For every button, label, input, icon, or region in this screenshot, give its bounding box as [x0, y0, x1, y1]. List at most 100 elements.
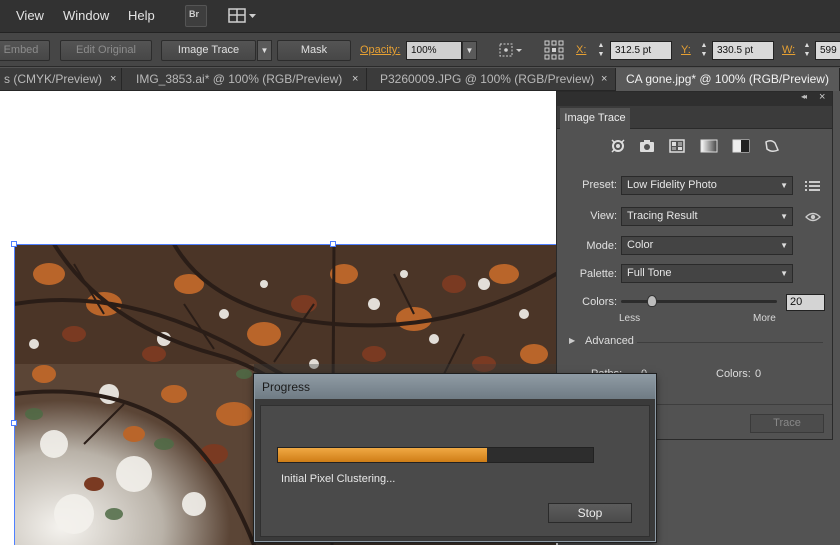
opacity-label[interactable]: Opacity:: [360, 44, 400, 56]
selection-handle[interactable]: [330, 241, 336, 247]
chevron-down-icon: ▼: [260, 46, 269, 55]
tab-img-3853[interactable]: IMG_3853.ai* @ 100% (RGB/Preview): [122, 68, 367, 91]
black-white-icon: [732, 139, 750, 153]
reference-point-icon: [544, 40, 564, 60]
selection-handle[interactable]: [11, 241, 17, 247]
grayscale-icon: [700, 139, 718, 153]
mode-value: Color: [627, 239, 654, 251]
tab-close-icon[interactable]: ×: [601, 68, 607, 91]
menu-view[interactable]: View: [16, 8, 44, 23]
eye-icon: [805, 212, 821, 222]
advanced-divider: [637, 342, 823, 343]
arrange-documents-icon: [228, 8, 256, 23]
colors-field[interactable]: 20: [786, 294, 825, 311]
image-trace-button[interactable]: Image Trace: [161, 40, 256, 61]
outline-preset-button[interactable]: [763, 138, 781, 154]
chevron-down-icon: ▼: [780, 212, 788, 221]
low-color-preset-button[interactable]: [668, 138, 686, 154]
view-select[interactable]: Tracing Result ▼: [621, 207, 793, 226]
more-label: More: [753, 313, 776, 324]
preset-menu-button[interactable]: [805, 180, 821, 192]
transform-icon: [499, 43, 522, 57]
info-colors-label: Colors:: [716, 368, 751, 380]
high-color-preset-button[interactable]: [638, 138, 656, 154]
tab-label: s (CMYK/Preview): [4, 72, 103, 86]
document-tab-bar: s (CMYK/Preview) × IMG_3853.ai* @ 100% (…: [0, 68, 840, 91]
mode-label: Mode:: [586, 240, 617, 252]
tab-close-icon[interactable]: ×: [110, 68, 116, 91]
palette-label: Palette:: [579, 268, 617, 280]
tab-label: IMG_3853.ai* @ 100% (RGB/Preview): [136, 72, 343, 86]
preset-label: Preset:: [582, 179, 617, 191]
colors-slider-thumb[interactable]: [647, 295, 658, 307]
chevron-down-icon: ▼: [780, 269, 788, 278]
bridge-icon: Br: [189, 9, 200, 19]
opacity-field[interactable]: 100%: [406, 41, 462, 60]
low-color-icon: [669, 139, 685, 153]
selection-bounding-box: [14, 244, 15, 545]
mask-button[interactable]: Mask: [277, 40, 351, 61]
selection-bounding-box: [14, 244, 556, 245]
selection-handle[interactable]: [11, 420, 17, 426]
preset-select[interactable]: Low Fidelity Photo ▼: [621, 176, 793, 195]
chevron-down-icon: ▼: [780, 181, 788, 190]
y-label: Y:: [681, 44, 691, 56]
menu-window[interactable]: Window: [63, 8, 109, 23]
trace-button[interactable]: Trace: [750, 414, 824, 433]
tab-p3260009[interactable]: P3260009.JPG @ 100% (RGB/Preview): [367, 68, 616, 91]
chevron-down-icon: ▼: [780, 241, 788, 250]
list-menu-icon: [805, 181, 820, 191]
progress-dialog-body: Initial Pixel Clustering... Stop: [260, 405, 650, 537]
colors-slider-track[interactable]: [621, 300, 777, 303]
grayscale-preset-button[interactable]: [700, 138, 718, 154]
mode-select[interactable]: Color ▼: [621, 236, 793, 255]
palette-value: Full Tone: [627, 267, 672, 279]
w-stepper[interactable]: ▲ ▼: [802, 41, 812, 60]
x-stepper[interactable]: ▲ ▼: [596, 41, 606, 60]
less-label: Less: [619, 313, 641, 324]
panel-title-strip: ◂◂ ×: [557, 91, 832, 106]
embed-button[interactable]: Embed: [0, 40, 50, 61]
stop-button[interactable]: Stop: [548, 503, 632, 523]
view-original-toggle[interactable]: [805, 211, 821, 223]
tab-label: P3260009.JPG @ 100% (RGB/Preview): [380, 72, 595, 86]
view-label: View:: [590, 210, 617, 222]
tab-ca-gone[interactable]: CA gone.jpg* @ 100% (RGB/Preview): [616, 68, 840, 91]
x-label: X:: [576, 44, 587, 56]
w-field[interactable]: 599: [815, 41, 840, 60]
progress-bar-fill: [278, 448, 487, 462]
camera-icon: [640, 140, 654, 152]
colors-label: Colors:: [582, 296, 617, 308]
auto-color-icon: [611, 139, 625, 153]
collapse-panel-icon[interactable]: ◂◂: [801, 92, 807, 101]
y-stepper[interactable]: ▲ ▼: [699, 41, 709, 60]
chevron-down-icon: ▼: [465, 46, 474, 55]
view-value: Tracing Result: [627, 210, 698, 222]
black-white-preset-button[interactable]: [732, 138, 750, 154]
x-field[interactable]: 312.5 pt: [610, 41, 672, 60]
tab-cmyk-document[interactable]: s (CMYK/Preview): [0, 68, 122, 91]
tab-image-trace[interactable]: Image Trace: [560, 108, 630, 129]
tab-close-icon[interactable]: ×: [352, 68, 358, 91]
auto-color-preset-button[interactable]: [609, 138, 627, 154]
transform-button[interactable]: [497, 40, 525, 60]
preset-value: Low Fidelity Photo: [627, 179, 717, 191]
panel-tab-row: Image Trace: [557, 106, 832, 129]
menu-bar: View Window Help Br: [0, 0, 840, 33]
outline-icon: [765, 139, 779, 153]
trace-preset-dropdown[interactable]: ▼: [257, 40, 272, 61]
progress-dialog: Progress Initial Pixel Clustering... Sto…: [254, 374, 656, 542]
info-colors-value: 0: [755, 368, 762, 380]
palette-select[interactable]: Full Tone ▼: [621, 264, 793, 283]
edit-original-button[interactable]: Edit Original: [60, 40, 152, 61]
menu-help[interactable]: Help: [128, 8, 155, 23]
stepper-arrows-icon: ▲ ▼: [700, 42, 708, 58]
progress-dialog-title: Progress: [255, 375, 655, 399]
reference-point-button[interactable]: [543, 39, 565, 61]
advanced-label: Advanced: [585, 335, 634, 347]
arrange-documents-button[interactable]: [226, 5, 260, 27]
y-field[interactable]: 330.5 pt: [712, 41, 774, 60]
bridge-button[interactable]: Br: [185, 5, 207, 27]
close-panel-icon[interactable]: ×: [819, 91, 825, 103]
opacity-dropdown[interactable]: ▼: [462, 41, 477, 60]
